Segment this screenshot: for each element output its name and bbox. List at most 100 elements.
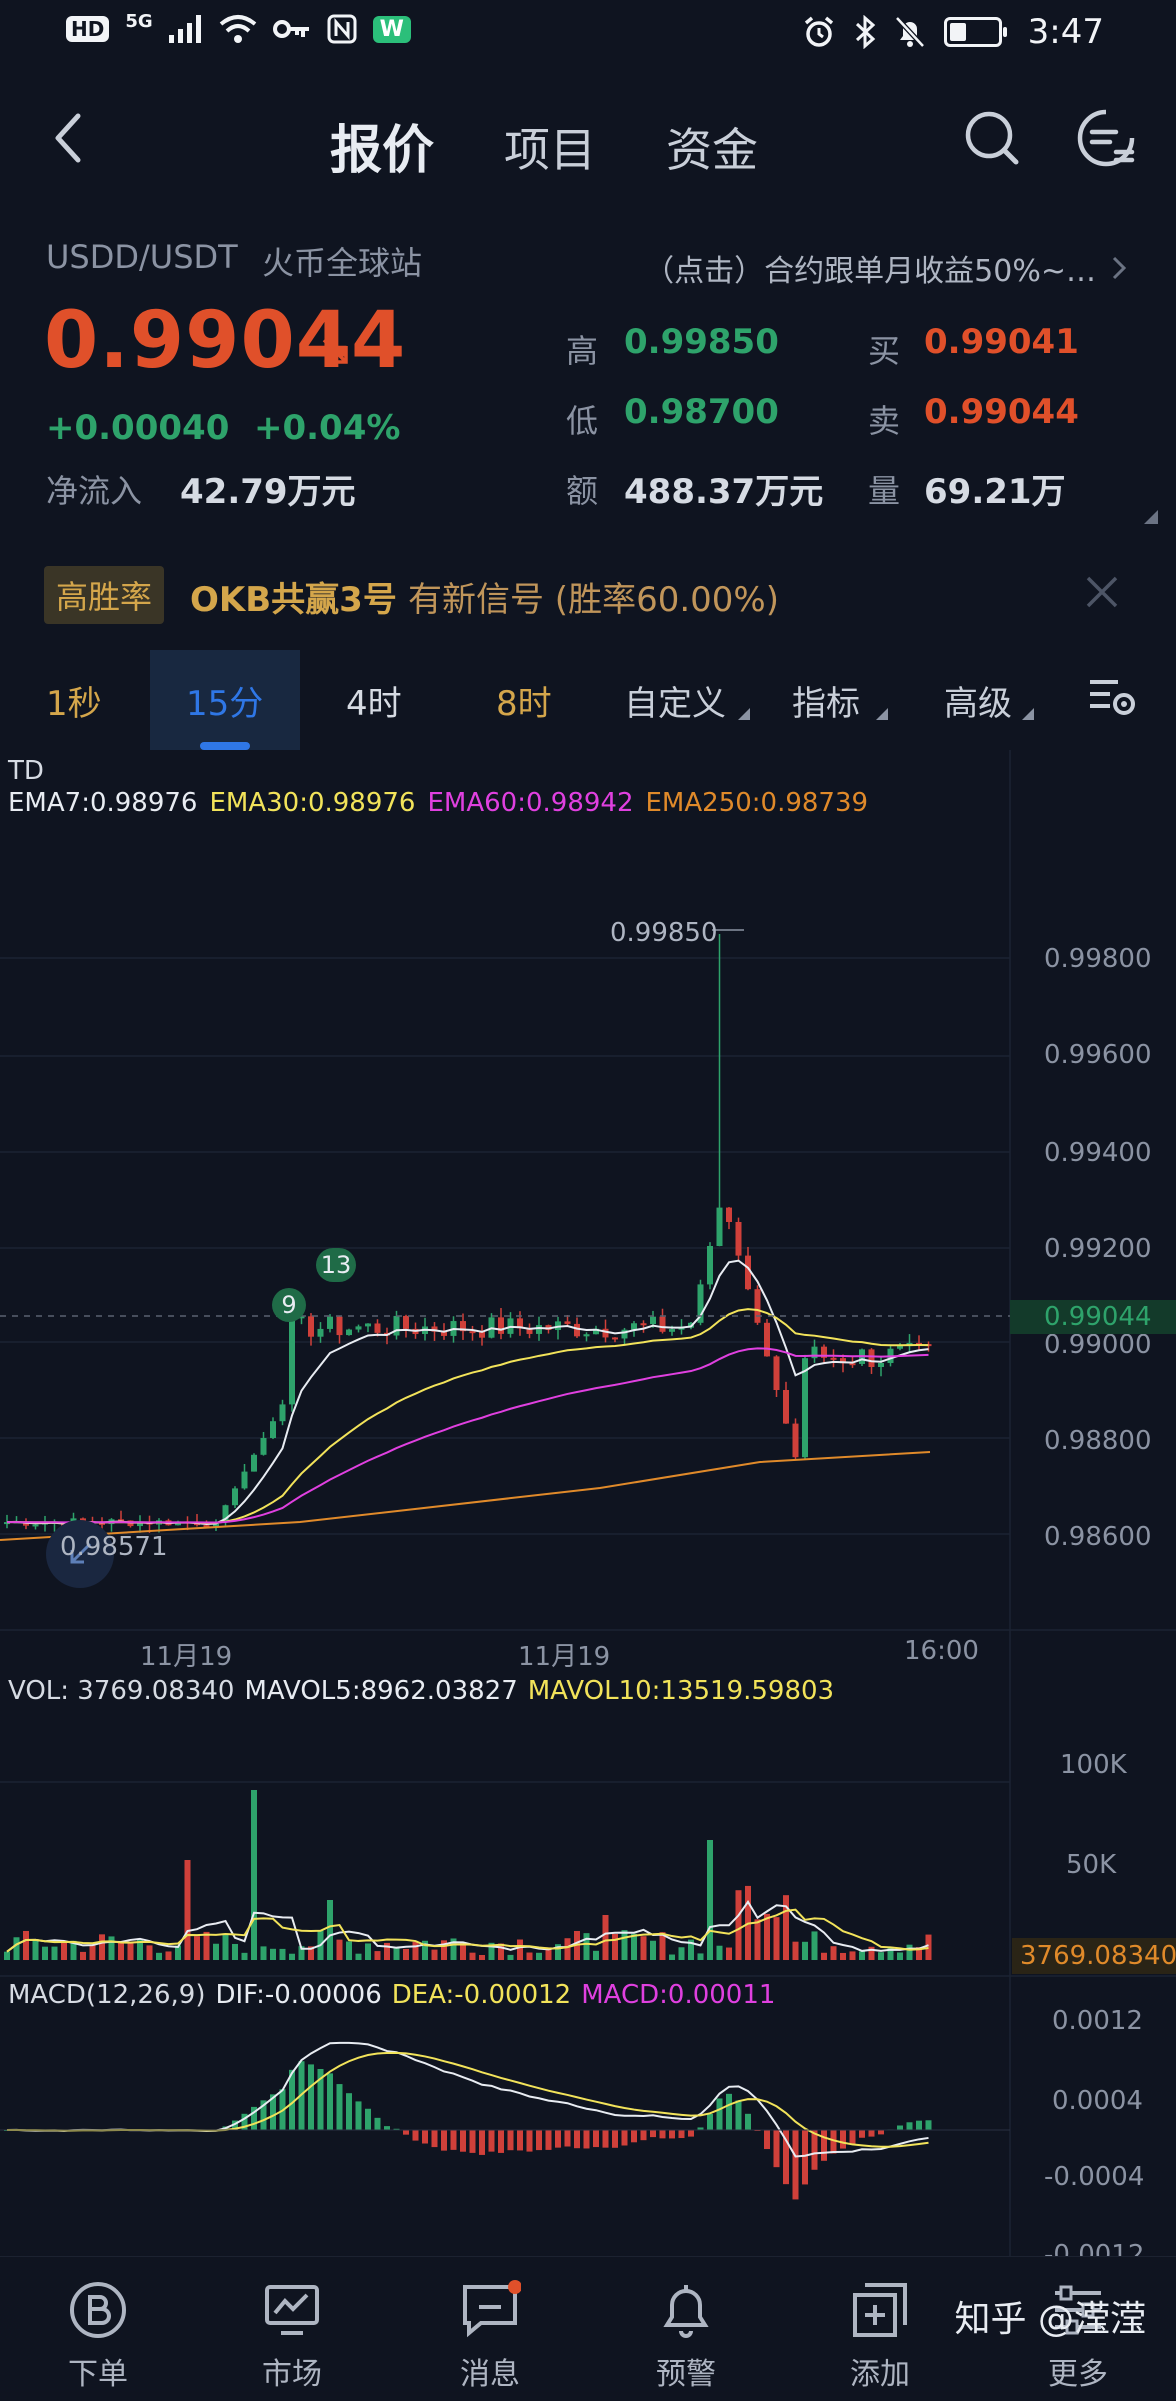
tab-project[interactable]: 项目 (504, 114, 596, 183)
macd-histogram-bar (479, 2130, 485, 2155)
volume-axis-label: 50K (1066, 1850, 1117, 1880)
candlestick-chart[interactable] (0, 750, 1176, 2256)
dropdown-corner-icon (876, 708, 888, 720)
macd-histogram-bar (555, 2130, 561, 2148)
volume-bar (61, 1941, 67, 1960)
volume-bar (270, 1948, 276, 1960)
candle-body (308, 1316, 314, 1337)
trading-pair: USDD/USDT (46, 238, 238, 276)
candle-body (232, 1488, 238, 1506)
low-value: 0.98700 (624, 392, 779, 432)
volume-bars-group (4, 1790, 932, 1960)
period-indicators[interactable]: 指标 (792, 676, 860, 725)
macd-histogram-bar (545, 2130, 552, 2150)
volume-bar (650, 1940, 656, 1960)
tab-quote[interactable]: 报价 (330, 108, 434, 183)
volume-bar (374, 1951, 381, 1960)
macd-histogram-bar (669, 2130, 675, 2139)
mute-bell-icon (894, 16, 925, 48)
nav-order[interactable]: 下单 (38, 2279, 158, 2393)
ema-line (6, 1308, 929, 1524)
tab-funds[interactable]: 资金 (666, 114, 758, 183)
period-15m[interactable]: 15分 (186, 676, 263, 725)
nav-messages[interactable]: 消息 (430, 2279, 550, 2393)
macd-histogram-bar (422, 2130, 428, 2144)
macd-histogram-bar (384, 2126, 390, 2130)
sell-value: 0.99044 (924, 392, 1079, 432)
macd-histogram-bar (450, 2130, 457, 2150)
candle-body (802, 1358, 808, 1458)
candle-body (336, 1316, 343, 1336)
nav-market[interactable]: 市场 (232, 2279, 352, 2393)
mavol10-legend: MAVOL10:13519.59803 (527, 1676, 835, 1706)
volume-bar (773, 1917, 780, 1960)
period-advanced[interactable]: 高级 (944, 676, 1012, 725)
volume-bar (536, 1952, 542, 1960)
candle-body (327, 1316, 333, 1329)
period-custom[interactable]: 自定义 (624, 676, 726, 725)
candle-body (783, 1390, 789, 1424)
price-change-abs: +0.00040 (46, 408, 230, 448)
nav-alerts[interactable]: 预警 (626, 2279, 746, 2393)
td-marker-9: 9 (272, 1288, 306, 1322)
volume-bar (678, 1947, 685, 1960)
nfc-icon (327, 14, 357, 44)
volume-bar (821, 1952, 827, 1960)
candle-body (878, 1363, 884, 1368)
close-icon[interactable] (1084, 574, 1120, 610)
volume-bar (621, 1930, 628, 1960)
candle-body (754, 1289, 761, 1323)
volume-bar (279, 1948, 286, 1960)
volume-bar (203, 1931, 210, 1960)
signal-strategy-name[interactable]: OKB共赢3号 (190, 572, 397, 621)
candle-body (32, 1524, 39, 1527)
candle-body (346, 1329, 352, 1336)
menu-icon[interactable] (1076, 108, 1136, 168)
macd-histogram-bar (897, 2125, 903, 2130)
search-icon[interactable] (962, 108, 1022, 168)
macd-histogram-bar (517, 2130, 523, 2151)
promo-link[interactable]: （点击）合约跟单月收益50%~… (644, 246, 1128, 290)
volume-bar (222, 1933, 229, 1960)
volume-bar (507, 1954, 514, 1960)
nav-add-label: 添加 (850, 2357, 910, 2392)
volume-bar (849, 1951, 856, 1960)
candle-body (317, 1328, 324, 1337)
macd-histogram-bar (460, 2130, 466, 2152)
macd-histogram-bar (726, 2093, 732, 2130)
candle-body (650, 1316, 656, 1325)
volume-bar (716, 1945, 723, 1960)
order-b-icon (70, 2282, 126, 2338)
mavol5-legend: MAVOL5:8962.03827 (244, 1676, 518, 1706)
candle-body (498, 1317, 504, 1334)
nav-messages-label: 消息 (460, 2357, 520, 2392)
volume-bar (51, 1946, 58, 1960)
netflow-value: 42.79万元 (180, 472, 356, 512)
w-app-badge: W (372, 15, 411, 43)
volume-bar (517, 1939, 523, 1960)
amount-value: 488.37万元 (624, 472, 824, 512)
signal-message[interactable]: 有新信号 (胜率60.00%) (408, 572, 779, 621)
nav-alerts-label: 预警 (656, 2357, 716, 2392)
macd-histogram-bar (593, 2130, 599, 2148)
volume-bar (13, 1937, 20, 1960)
volume-bar (697, 1953, 704, 1960)
nav-add[interactable]: 添加 (820, 2279, 940, 2393)
price-axis-label: 0.99400 (1044, 1138, 1152, 1168)
expand-corner-icon[interactable] (1144, 510, 1158, 524)
volume-bar (583, 1933, 590, 1960)
volume-bar (469, 1952, 476, 1960)
bell-icon (663, 2285, 709, 2338)
period-1s[interactable]: 1秒 (46, 676, 102, 725)
price-axis-label: 0.99200 (1044, 1234, 1152, 1264)
volume-bar (811, 1931, 818, 1960)
period-8h[interactable]: 8时 (496, 676, 552, 725)
volume-bar (346, 1941, 352, 1960)
period-active-underline (200, 742, 250, 750)
buy-label: 买 (868, 332, 901, 370)
back-arrow-icon[interactable] (48, 108, 88, 168)
period-4h[interactable]: 4时 (346, 676, 402, 725)
candle-body (602, 1328, 609, 1338)
chart-settings-icon[interactable] (1088, 676, 1138, 720)
macd-histogram-bar (906, 2122, 913, 2130)
